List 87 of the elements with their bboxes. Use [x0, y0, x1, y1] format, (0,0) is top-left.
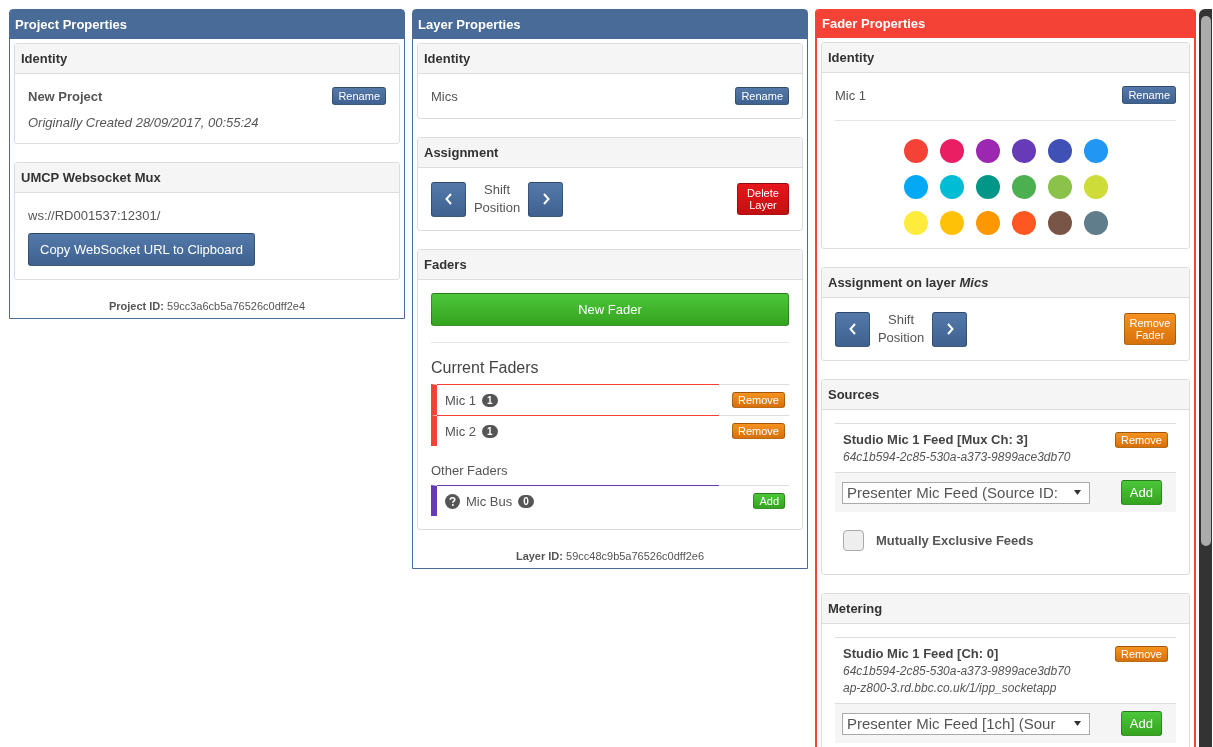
panel-title: Fader Properties	[817, 9, 1194, 38]
remove-button[interactable]: Remove	[732, 392, 785, 408]
shift-left-button[interactable]	[431, 181, 466, 217]
current-faders-heading: Current Faders	[431, 359, 540, 377]
section-title: Identity	[418, 44, 802, 74]
section-title: Assignment on layer Mics	[822, 268, 1189, 298]
checkbox-label: Mutually Exclusive Feeds	[876, 533, 1034, 548]
color-swatch[interactable]	[1083, 139, 1108, 163]
section-title: UMCP Websocket Mux	[15, 163, 399, 193]
fader-name: Mic 1	[445, 392, 477, 408]
remove-button[interactable]: Remove	[1115, 432, 1168, 448]
color-swatch[interactable]	[975, 175, 1000, 199]
color-swatch[interactable]	[939, 175, 964, 199]
feed-detail: 64c1b594-2c85-530a-a373-9899ace3db70	[843, 664, 1071, 678]
fader-name: Mic Bus	[466, 493, 513, 509]
panel-title: Project Properties	[10, 10, 404, 39]
scrollbar-thumb[interactable]	[1201, 16, 1211, 546]
section-title: Identity	[822, 43, 1189, 73]
feed-select[interactable]: Presenter Mic Feed (Source ID:	[842, 481, 1090, 504]
rename-button[interactable]: Rename	[735, 87, 789, 105]
color-swatch[interactable]	[939, 139, 964, 163]
add-button[interactable]: Add	[753, 493, 785, 509]
copy-url-button[interactable]: Copy WebSocket URL to Clipboard	[28, 233, 256, 266]
section-title: Metering	[822, 594, 1189, 624]
remove-fader-button[interactable]: Remove Fader	[1124, 313, 1176, 345]
color-swatch[interactable]	[1011, 211, 1036, 235]
color-swatch[interactable]	[1047, 139, 1072, 163]
rename-button[interactable]: Rename	[1122, 86, 1176, 104]
chevron-left-icon	[444, 193, 453, 205]
fader-name: Mic 1	[835, 87, 867, 103]
feed-detail: ap-z800-3.rd.bbc.co.uk/1/ipp_socketapp	[843, 681, 1058, 695]
id-label: Project ID:	[108, 300, 164, 312]
project-name: New Project	[28, 88, 103, 104]
layer-id: 59cc48c9b5a76526c0dff2e6	[566, 550, 705, 562]
color-swatch[interactable]	[1047, 175, 1072, 199]
layer-name: Mics	[431, 88, 458, 104]
chevron-left-icon	[848, 323, 857, 335]
section-title: Assignment	[418, 138, 802, 168]
color-swatch[interactable]	[1047, 211, 1072, 235]
section-title: Sources	[822, 380, 1189, 410]
section-title: Identity	[15, 44, 399, 74]
remove-button[interactable]: Remove	[1115, 646, 1168, 662]
feed-name: Studio Mic 1 Feed [Ch: 0]	[843, 646, 1000, 661]
delete-layer-button[interactable]: Delete Layer	[737, 183, 789, 215]
remove-button[interactable]: Remove	[732, 423, 785, 439]
help-icon	[445, 493, 460, 509]
feed-detail: 64c1b594-2c85-530a-a373-9899ace3db70	[843, 450, 1071, 464]
id-label: Layer ID:	[515, 550, 563, 562]
add-button[interactable]: Add	[1120, 480, 1162, 505]
color-swatch[interactable]	[1011, 139, 1036, 163]
color-swatch[interactable]	[1011, 175, 1036, 199]
project-id: 59cc3a6cb5a76526c0dff2e4	[167, 300, 306, 312]
chevron-right-icon	[945, 323, 954, 335]
shift-right-button[interactable]	[528, 181, 563, 217]
add-button[interactable]: Add	[1120, 711, 1162, 736]
section-title: Faders	[418, 250, 802, 280]
scrollbar[interactable]	[1199, 9, 1212, 747]
chevron-right-icon	[541, 193, 550, 205]
shift-position-label: Shift Position	[876, 311, 926, 347]
fader-row[interactable]: Mic 2 1 Remove	[431, 415, 789, 446]
rename-button[interactable]: Rename	[332, 87, 386, 105]
shift-left-button[interactable]	[835, 311, 870, 347]
websocket-url: ws://RD001537:12301/	[28, 208, 162, 223]
count-badge: 1	[482, 393, 498, 407]
new-fader-button[interactable]: New Fader	[431, 293, 789, 326]
created-date: Originally Created 28/09/2017, 00:55:24	[28, 115, 260, 130]
fader-row[interactable]: Mic Bus 0 Add	[431, 485, 789, 516]
feed-select[interactable]: Presenter Mic Feed [1ch] (Sour	[842, 712, 1090, 735]
checkbox[interactable]	[843, 530, 864, 551]
color-swatch[interactable]	[939, 211, 964, 235]
color-swatch[interactable]	[1083, 175, 1108, 199]
dropdown-caret-icon	[1074, 490, 1081, 495]
color-swatch[interactable]	[903, 211, 928, 235]
color-swatch[interactable]	[903, 175, 928, 199]
feed-name: Studio Mic 1 Feed [Mux Ch: 3]	[843, 432, 1029, 447]
color-swatch[interactable]	[975, 211, 1000, 235]
color-swatch[interactable]	[903, 139, 928, 163]
color-swatch[interactable]	[1083, 211, 1108, 235]
count-badge: 1	[482, 424, 498, 438]
other-faders-heading: Other Faders	[431, 463, 509, 478]
fader-name: Mic 2	[445, 423, 477, 439]
shift-position-label: Shift Position	[472, 181, 522, 217]
count-badge: 0	[518, 494, 534, 508]
dropdown-caret-icon	[1074, 721, 1081, 726]
shift-right-button[interactable]	[932, 311, 967, 347]
panel-title: Layer Properties	[413, 10, 807, 39]
color-swatch[interactable]	[975, 139, 1000, 163]
